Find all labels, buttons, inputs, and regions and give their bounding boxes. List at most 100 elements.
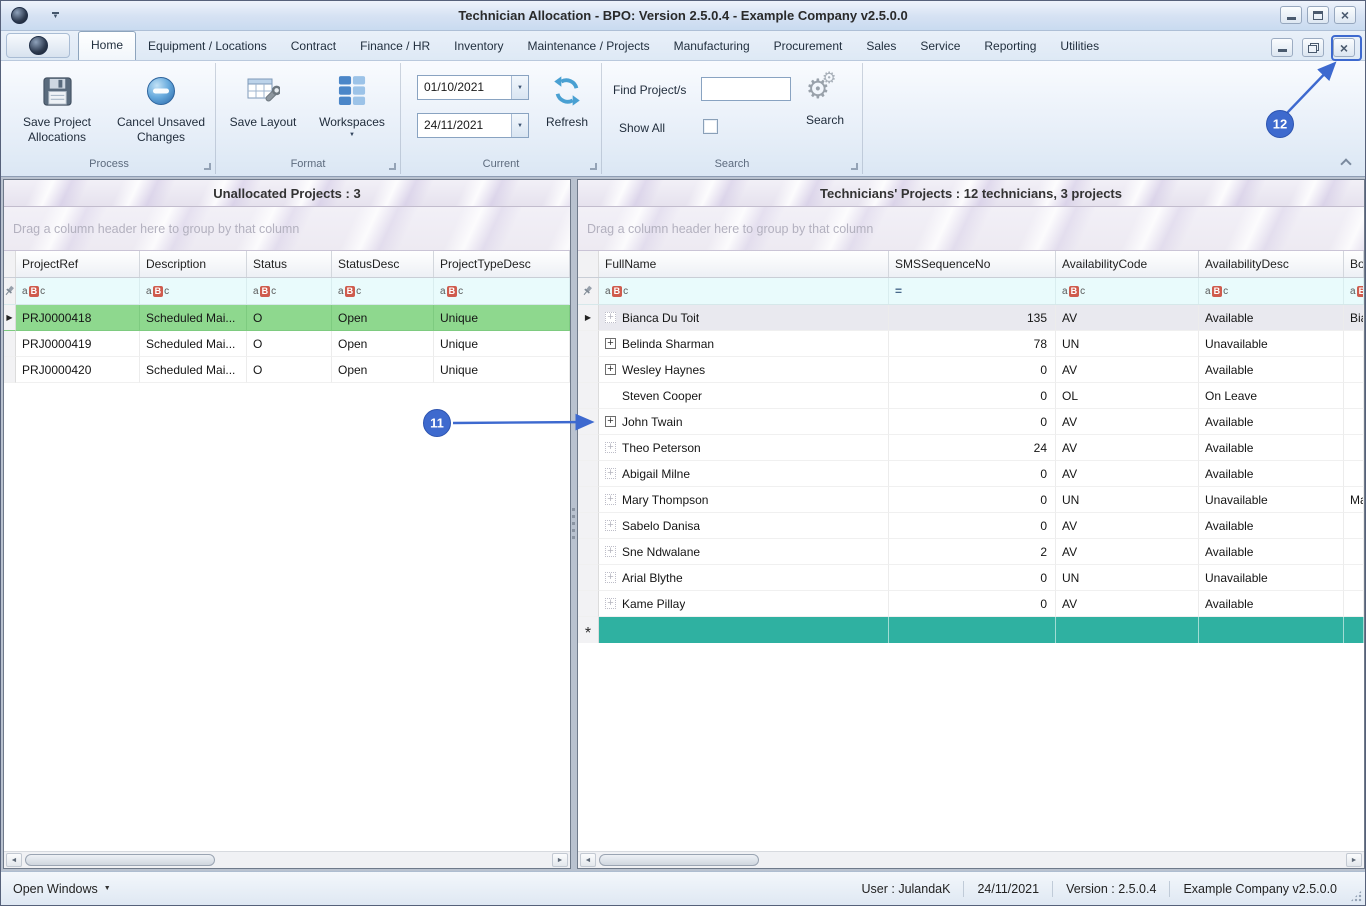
scroll-left-button[interactable]: ◄ — [6, 853, 22, 867]
filter-cell-smssequenceno[interactable]: = — [889, 278, 1056, 304]
expand-icon[interactable]: + — [605, 338, 616, 349]
unallocated-group-by-area[interactable]: Drag a column header here to group by th… — [4, 207, 570, 251]
technician-row[interactable]: + Arial Blythe 0 UN Unavailable — [578, 565, 1364, 591]
filter-cell-availabilitycode[interactable]: aBc — [1056, 278, 1199, 304]
scroll-thumb[interactable] — [25, 853, 215, 866]
text-filter-icon[interactable]: aBc — [440, 285, 463, 297]
save-project-allocations-button[interactable]: Save Project Allocations — [7, 69, 107, 145]
new-row[interactable]: * — [578, 617, 1364, 643]
column-header-smssequenceno[interactable]: SMSSequenceNo — [889, 251, 1056, 277]
tab-equipment-locations[interactable]: Equipment / Locations — [136, 33, 279, 60]
maximize-button[interactable] — [1307, 6, 1329, 24]
filter-cell-fullname[interactable]: aBc — [599, 278, 889, 304]
tab-finance-hr[interactable]: Finance / HR — [348, 33, 442, 60]
filter-cell-availabilitydesc[interactable]: aBc — [1199, 278, 1344, 304]
date-from-dropdown-button[interactable]: ▼ — [511, 76, 528, 99]
ribbon-minimize-button[interactable] — [1271, 38, 1293, 57]
quick-access-dropdown-button[interactable]: ▼ — [52, 11, 59, 20]
expand-icon[interactable]: + — [605, 572, 616, 583]
project-row[interactable]: ▶ PRJ0000418 Scheduled Mai... O Open Unique — [4, 305, 570, 331]
tab-manufacturing[interactable]: Manufacturing — [662, 33, 762, 60]
tab-home[interactable]: Home — [78, 31, 137, 60]
technician-row[interactable]: + Sabelo Danisa 0 AV Available — [578, 513, 1364, 539]
filter-cell-boo[interactable]: aBc — [1344, 278, 1364, 304]
date-to-combo[interactable]: 24/11/2021 ▼ — [417, 113, 529, 138]
expand-icon[interactable]: + — [605, 520, 616, 531]
technician-row[interactable]: + Theo Peterson 24 AV Available — [578, 435, 1364, 461]
column-header-fullname[interactable]: FullName — [599, 251, 889, 277]
dialog-launcher-current[interactable] — [590, 163, 597, 170]
tab-sales[interactable]: Sales — [854, 33, 908, 60]
expand-icon[interactable]: + — [605, 364, 616, 375]
filter-cell-status[interactable]: aBc — [247, 278, 332, 304]
text-filter-icon[interactable]: aBc — [1205, 285, 1228, 297]
tab-contract[interactable]: Contract — [279, 33, 348, 60]
numeric-filter-icon[interactable]: = — [895, 284, 902, 298]
text-filter-icon[interactable]: aBc — [1062, 285, 1085, 297]
project-row[interactable]: PRJ0000420 Scheduled Mai... O Open Unique — [4, 357, 570, 383]
technician-row[interactable]: +Mary Thompson0UNUnavailableMa — [578, 487, 1364, 513]
expand-icon[interactable]: + — [605, 598, 616, 609]
scroll-right-button[interactable]: ► — [1346, 853, 1362, 867]
refresh-button[interactable]: Refresh — [537, 69, 597, 130]
tab-maintenance-projects[interactable]: Maintenance / Projects — [516, 33, 662, 60]
text-filter-icon[interactable]: aBc — [1350, 285, 1363, 297]
tab-utilities[interactable]: Utilities — [1048, 33, 1111, 60]
search-button[interactable]: ⚙ ⚙ Search — [794, 67, 856, 128]
open-windows-button[interactable]: Open Windows ▼ — [13, 882, 111, 896]
scroll-left-button[interactable]: ◄ — [580, 853, 596, 867]
column-header-status[interactable]: Status — [247, 251, 332, 277]
find-projects-input[interactable] — [701, 77, 791, 101]
technician-row[interactable]: + Wesley Haynes 0 AV Available — [578, 357, 1364, 383]
text-filter-icon[interactable]: aBc — [253, 285, 276, 297]
column-header-availabilitycode[interactable]: AvailabilityCode — [1056, 251, 1199, 277]
column-header-projectref[interactable]: ProjectRef — [16, 251, 140, 277]
date-to-dropdown-button[interactable]: ▼ — [511, 114, 528, 137]
column-header-availabilitydesc[interactable]: AvailabilityDesc — [1199, 251, 1344, 277]
filter-cell-projecttypedesc[interactable]: aBc — [434, 278, 570, 304]
expand-icon[interactable]: + — [605, 546, 616, 557]
ribbon-close-button[interactable]: × — [1333, 38, 1355, 57]
date-from-combo[interactable]: 01/10/2021 ▼ — [417, 75, 529, 100]
filter-cell-projectref[interactable]: aBc — [16, 278, 140, 304]
technicians-group-by-area[interactable]: Drag a column header here to group by th… — [578, 207, 1364, 251]
show-all-checkbox[interactable] — [703, 119, 718, 134]
expand-icon[interactable]: + — [605, 468, 616, 479]
column-header-description[interactable]: Description — [140, 251, 247, 277]
filter-cell-statusdesc[interactable]: aBc — [332, 278, 434, 304]
scroll-thumb[interactable] — [599, 853, 759, 866]
technician-row[interactable]: + Kame Pillay 0 AV Available — [578, 591, 1364, 617]
scroll-right-button[interactable]: ► — [552, 853, 568, 867]
technician-row[interactable]: + John Twain 0 AV Available — [578, 409, 1364, 435]
save-layout-button[interactable]: Save Layout — [222, 69, 304, 130]
horizontal-scrollbar[interactable]: ◄ ► — [4, 851, 570, 868]
app-icon[interactable] — [11, 7, 28, 24]
dialog-launcher-format[interactable] — [389, 163, 396, 170]
project-row[interactable]: PRJ0000419 Scheduled Mai... O Open Unique — [4, 331, 570, 357]
technician-row[interactable]: ▶ +Bianca Du Toit135AVAvailableBia — [578, 305, 1364, 331]
column-header-statusdesc[interactable]: StatusDesc — [332, 251, 434, 277]
tab-service[interactable]: Service — [908, 33, 972, 60]
expand-icon[interactable]: + — [605, 312, 616, 323]
technician-row[interactable]: Steven Cooper 0 OL On Leave — [578, 383, 1364, 409]
text-filter-icon[interactable]: aBc — [22, 285, 45, 297]
text-filter-icon[interactable]: aBc — [338, 285, 361, 297]
workspaces-button[interactable]: Workspaces ▼ — [310, 69, 394, 138]
ribbon-restore-button[interactable] — [1302, 38, 1324, 57]
technician-row[interactable]: + Abigail Milne 0 AV Available — [578, 461, 1364, 487]
tab-reporting[interactable]: Reporting — [972, 33, 1048, 60]
tab-procurement[interactable]: Procurement — [762, 33, 855, 60]
technician-row[interactable]: + Sne Ndwalane 2 AV Available — [578, 539, 1364, 565]
expand-icon[interactable]: + — [605, 494, 616, 505]
close-button[interactable]: × — [1334, 6, 1356, 24]
dialog-launcher-search[interactable] — [851, 163, 858, 170]
cancel-unsaved-changes-button[interactable]: Cancel Unsaved Changes — [109, 69, 213, 145]
column-header-projecttypedesc[interactable]: ProjectTypeDesc — [434, 251, 570, 277]
scroll-track[interactable] — [597, 853, 1345, 868]
expand-icon[interactable]: + — [605, 416, 616, 427]
dialog-launcher-process[interactable] — [204, 163, 211, 170]
technician-row[interactable]: + Belinda Sharman 78 UN Unavailable — [578, 331, 1364, 357]
scroll-track[interactable] — [23, 853, 551, 868]
collapse-ribbon-button[interactable] — [1339, 158, 1353, 170]
horizontal-scrollbar[interactable]: ◄ ► — [578, 851, 1364, 868]
